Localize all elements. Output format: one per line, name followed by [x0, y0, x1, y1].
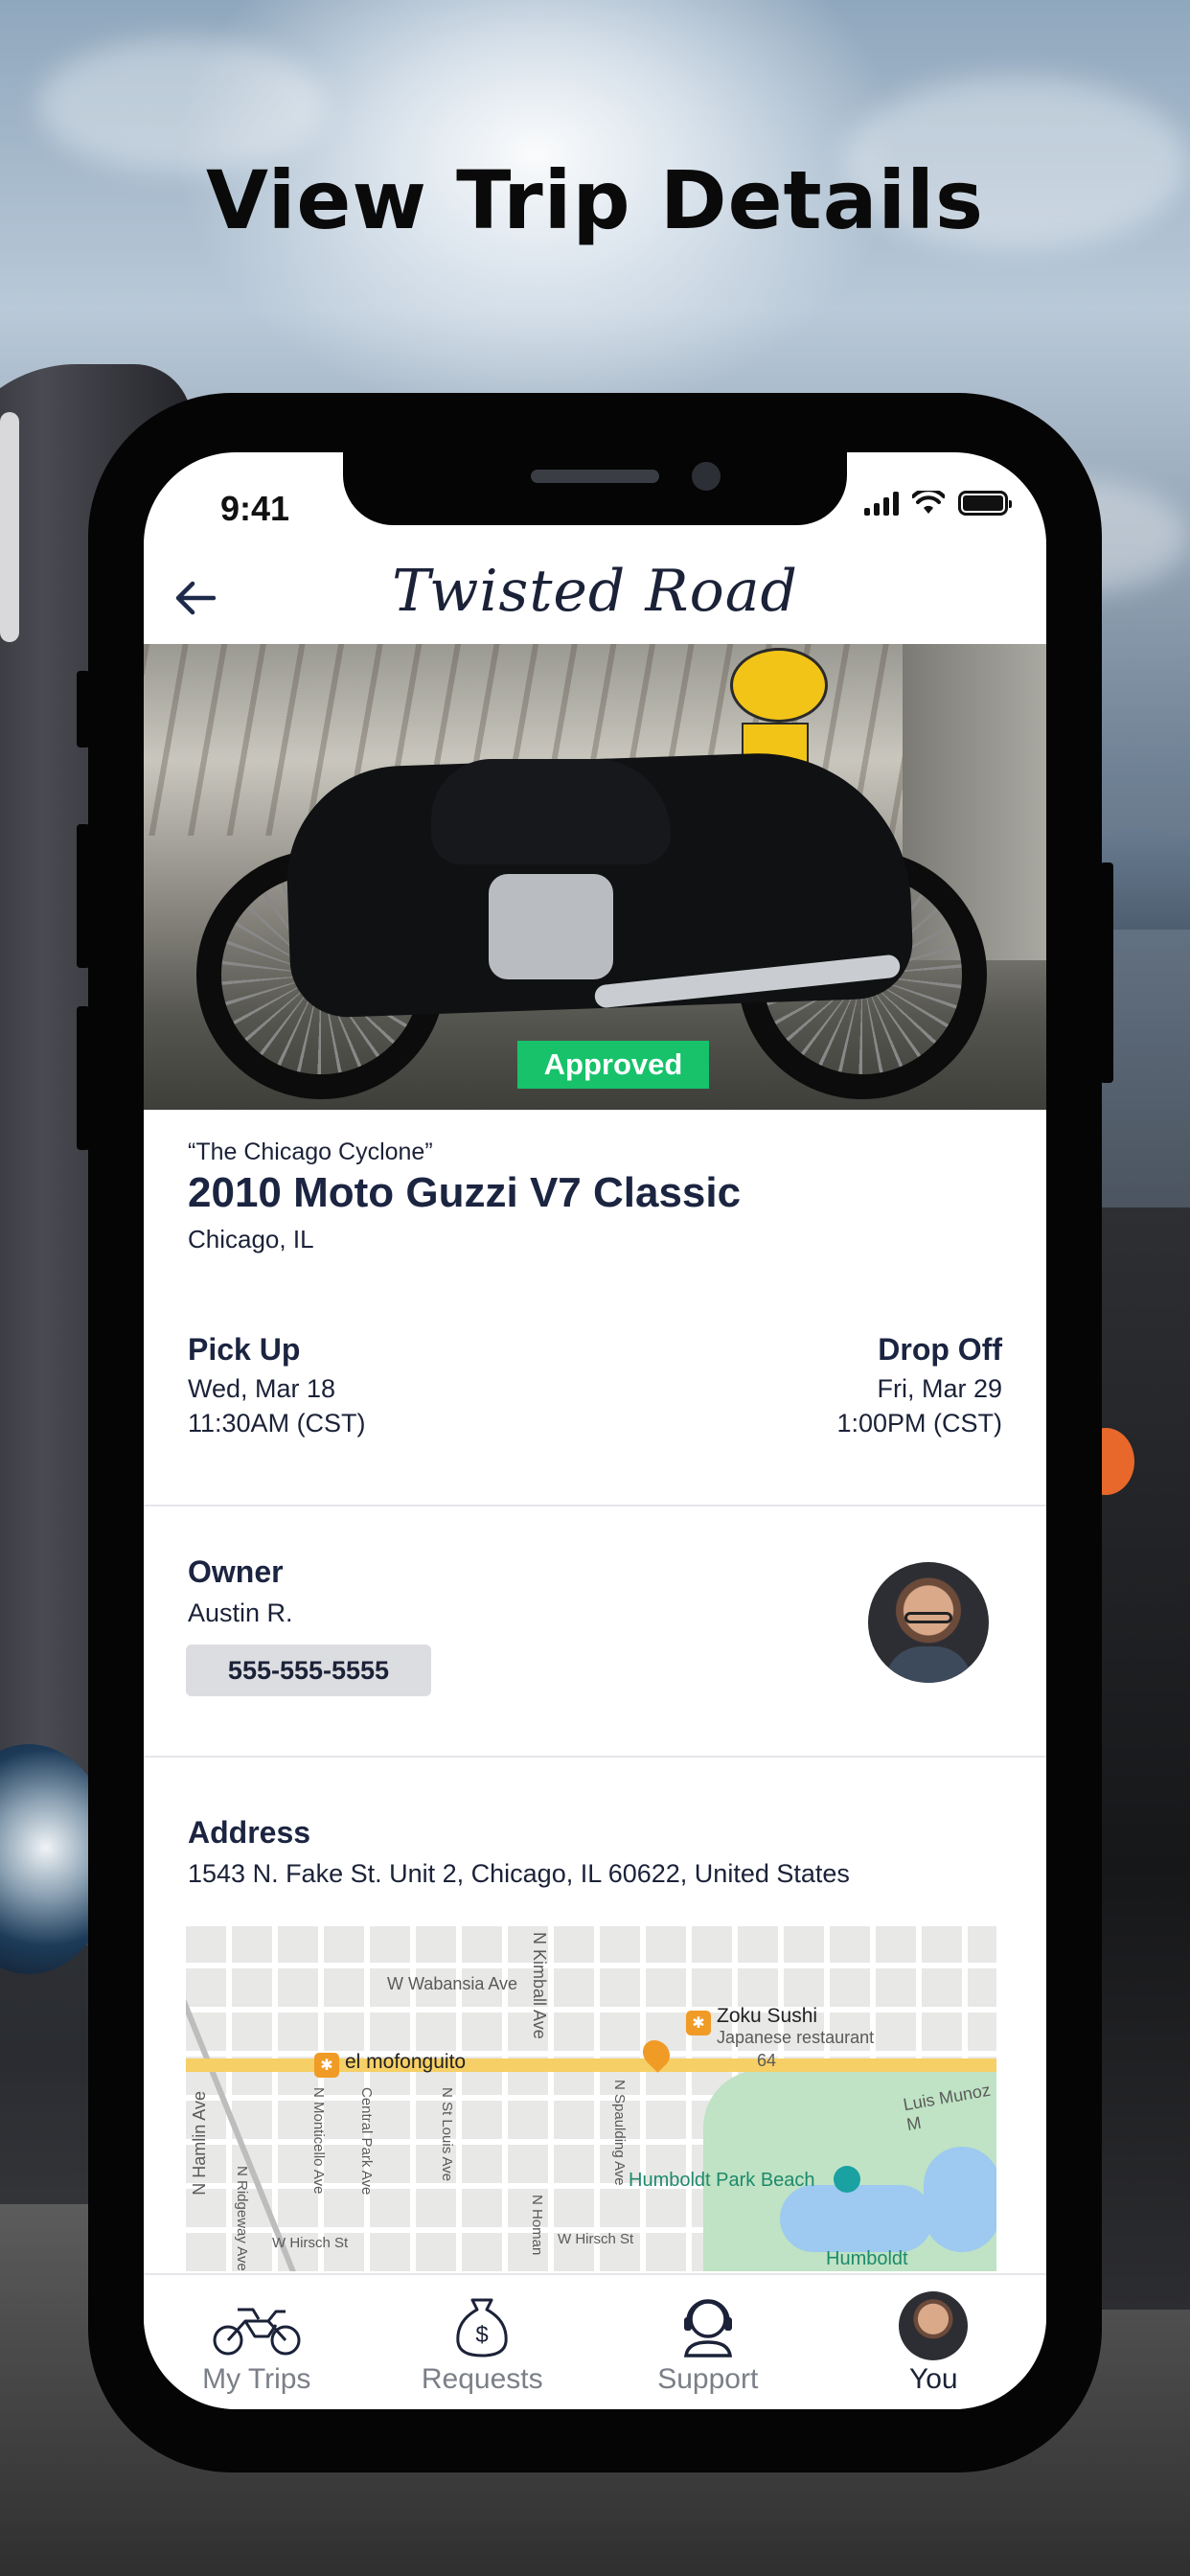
tab-label: Requests [421, 2363, 543, 2395]
dropoff-time: 1:00PM (CST) [836, 1409, 1002, 1438]
owner-label: Owner [188, 1554, 284, 1589]
map-street-label: W Hirsch St [272, 2235, 349, 2251]
fuel-tank [431, 759, 671, 864]
svg-text:$: $ [476, 2322, 489, 2348]
map-lake [780, 2185, 933, 2252]
location-map[interactable]: W Wabansia Ave N Kimball Ave ✱ Zoku Sush… [186, 1926, 996, 2271]
dropoff-date: Fri, Mar 29 [877, 1374, 1002, 1403]
battery-icon [958, 491, 1012, 516]
status-time: 9:41 [220, 489, 290, 528]
phone-side-button [77, 1006, 90, 1150]
divider [144, 1756, 1046, 1758]
tab-label: You [908, 2363, 958, 2395]
map-business-label: el mofonguito [345, 2051, 467, 2073]
tab-support[interactable]: Support [595, 2275, 821, 2409]
promo-headline: View Trip Details [206, 153, 984, 247]
cellular-signal-icon [864, 491, 899, 516]
restaurant-pin-icon: ✱ [314, 2053, 339, 2078]
tab-bar: My Trips $ Requests Support You [144, 2273, 1046, 2409]
owner-name: Austin R. [188, 1598, 293, 1627]
nav-bar: Twisted Road [144, 548, 1046, 644]
map-street-label: N Kimball Ave [530, 1932, 549, 2039]
user-avatar [899, 2291, 969, 2360]
background-helmet-stripe [0, 412, 19, 642]
map-street-label: W Wabansia Ave [387, 1974, 518, 1993]
restaurant-pin-icon: ✱ [686, 2011, 711, 2036]
map-street-label: N Hamlin Ave [190, 2091, 209, 2196]
owner-phone-button[interactable]: 555-555-5555 [186, 1644, 431, 1696]
tab-label: My Trips [202, 2363, 311, 2395]
tab-label: Support [657, 2363, 759, 2395]
phone-side-button [77, 824, 90, 968]
app-logo: Twisted Road [392, 558, 798, 625]
avatar [899, 2291, 969, 2360]
pickup-date: Wed, Mar 18 [188, 1374, 336, 1403]
tab-my-trips[interactable]: My Trips [144, 2275, 370, 2409]
map-park-label: Humboldt [826, 2248, 908, 2269]
map-route-label: 64 [757, 2051, 777, 2070]
status-badge: Approved [517, 1041, 709, 1089]
money-bag-icon: $ [448, 2292, 515, 2359]
map-street-label: N Monticello Ave [310, 2087, 327, 2195]
headset-icon [675, 2292, 742, 2359]
map-street-label: W Hirsch St [558, 2231, 634, 2247]
status-icons [864, 491, 1012, 516]
phone-camera [692, 462, 721, 491]
railroad-sign [730, 648, 828, 723]
background-cloud [38, 38, 326, 172]
dropoff-section: Drop Off Fri, Mar 29 1:00PM (CST) [836, 1332, 1002, 1440]
map-lake [924, 2147, 996, 2252]
map-street-label: N Homan [529, 2195, 545, 2256]
map-street-label: N Ridgeway Ave [234, 2166, 250, 2271]
map-business-label: Zoku Sushi [717, 2005, 818, 2027]
phone-speaker [531, 470, 659, 483]
motorcycle-photo: Approved [144, 644, 1046, 1110]
owner-avatar[interactable] [868, 1562, 989, 1683]
app-screen: 9:41 Twisted Road Approved “The Chicago … [144, 452, 1046, 2409]
bike-location: Chicago, IL [188, 1225, 314, 1254]
bike-title: 2010 Moto Guzzi V7 Classic [188, 1169, 742, 1216]
pickup-label: Pick Up [188, 1332, 301, 1367]
map-business-sublabel: Japanese restaurant [717, 2028, 875, 2047]
phone-notch [343, 452, 847, 525]
wifi-icon [912, 491, 945, 514]
dropoff-label: Drop Off [878, 1332, 1002, 1367]
divider [144, 1505, 1046, 1506]
park-beach-pin-icon [834, 2166, 860, 2193]
address-label: Address [188, 1815, 311, 1850]
avatar-shirt [885, 1646, 972, 1683]
map-park-label: Humboldt Park Beach [629, 2170, 815, 2191]
motorcycle-icon [209, 2292, 305, 2359]
phone-side-button [1100, 862, 1113, 1083]
phone-side-button [77, 671, 90, 748]
tab-requests[interactable]: $ Requests [370, 2275, 596, 2409]
address-value: 1543 N. Fake St. Unit 2, Chicago, IL 606… [188, 1859, 850, 1888]
pickup-time: 11:30AM (CST) [188, 1409, 366, 1438]
bike-nickname: “The Chicago Cyclone” [188, 1138, 433, 1165]
avatar-glasses [904, 1612, 952, 1623]
map-street-label: N St Louis Ave [439, 2087, 455, 2182]
pickup-section: Pick Up Wed, Mar 18 11:30AM (CST) [188, 1332, 366, 1440]
map-street-label: Central Park Ave [358, 2087, 375, 2196]
engine [489, 874, 613, 979]
tab-you[interactable]: You [821, 2275, 1047, 2409]
map-main-road [186, 2058, 996, 2072]
map-street-label: N Spaulding Ave [611, 2080, 628, 2186]
